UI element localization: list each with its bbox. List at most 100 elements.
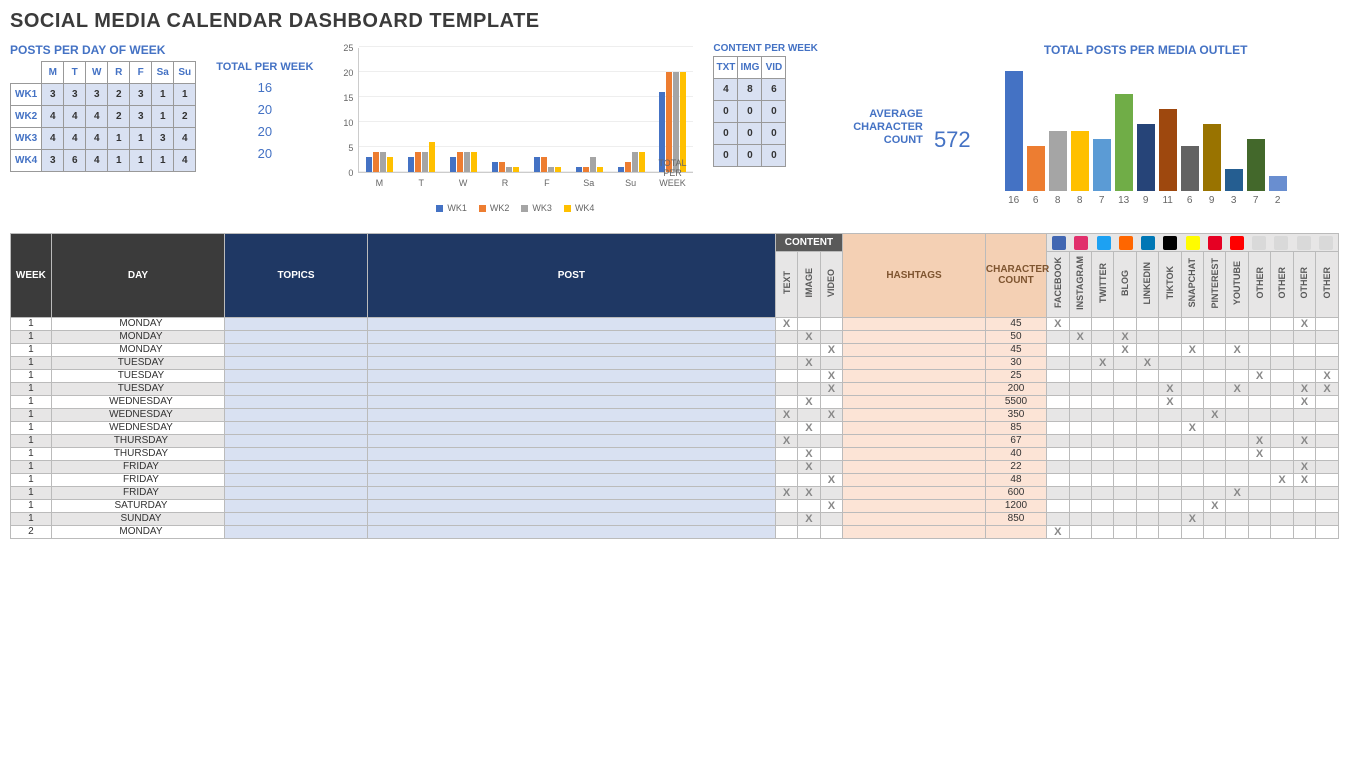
media-cell[interactable]: [1204, 460, 1226, 473]
text-cell[interactable]: [775, 356, 797, 369]
ppd-cell[interactable]: 1: [108, 128, 130, 150]
media-cell[interactable]: X: [1316, 369, 1339, 382]
week-cell[interactable]: 1: [11, 512, 52, 525]
media-cell[interactable]: X: [1248, 434, 1270, 447]
ppd-cell[interactable]: 3: [64, 84, 86, 106]
post-cell[interactable]: [367, 486, 775, 499]
media-cell[interactable]: [1047, 343, 1069, 356]
media-cell[interactable]: [1181, 460, 1203, 473]
topics-cell[interactable]: [225, 369, 368, 382]
day-cell[interactable]: MONDAY: [51, 525, 224, 538]
text-cell[interactable]: [775, 512, 797, 525]
media-cell[interactable]: [1316, 512, 1339, 525]
media-cell[interactable]: [1226, 499, 1248, 512]
table-row[interactable]: 1FRIDAYXX600X: [11, 486, 1339, 499]
table-row[interactable]: 1SUNDAYX850X: [11, 512, 1339, 525]
media-cell[interactable]: [1091, 369, 1113, 382]
media-cell[interactable]: [1114, 473, 1136, 486]
cpw-cell[interactable]: 4: [714, 79, 738, 101]
media-cell[interactable]: [1069, 460, 1091, 473]
media-cell[interactable]: [1047, 382, 1069, 395]
day-cell[interactable]: TUESDAY: [51, 356, 224, 369]
media-cell[interactable]: [1091, 343, 1113, 356]
media-cell[interactable]: [1271, 525, 1293, 538]
media-cell[interactable]: [1159, 421, 1181, 434]
week-cell[interactable]: 1: [11, 382, 52, 395]
topics-cell[interactable]: [225, 434, 368, 447]
post-cell[interactable]: [367, 512, 775, 525]
ppd-cell[interactable]: 1: [108, 150, 130, 172]
topics-cell[interactable]: [225, 421, 368, 434]
post-cell[interactable]: [367, 343, 775, 356]
video-cell[interactable]: [820, 421, 842, 434]
text-cell[interactable]: [775, 447, 797, 460]
media-cell[interactable]: [1204, 356, 1226, 369]
media-cell[interactable]: X: [1181, 343, 1203, 356]
charcount-cell[interactable]: 67: [985, 434, 1046, 447]
text-cell[interactable]: X: [775, 317, 797, 330]
media-cell[interactable]: [1271, 447, 1293, 460]
media-cell[interactable]: [1047, 356, 1069, 369]
ppd-cell[interactable]: 3: [42, 84, 64, 106]
post-cell[interactable]: [367, 382, 775, 395]
media-cell[interactable]: [1181, 473, 1203, 486]
ppd-cell[interactable]: 3: [152, 128, 174, 150]
charcount-cell[interactable]: 40: [985, 447, 1046, 460]
media-cell[interactable]: X: [1293, 317, 1315, 330]
media-cell[interactable]: [1069, 343, 1091, 356]
text-cell[interactable]: [775, 343, 797, 356]
day-cell[interactable]: FRIDAY: [51, 460, 224, 473]
charcount-cell[interactable]: 1200: [985, 499, 1046, 512]
media-cell[interactable]: X: [1293, 382, 1315, 395]
media-cell[interactable]: [1248, 330, 1270, 343]
media-cell[interactable]: [1316, 421, 1339, 434]
media-cell[interactable]: X: [1114, 330, 1136, 343]
text-cell[interactable]: [775, 460, 797, 473]
media-cell[interactable]: [1226, 330, 1248, 343]
media-cell[interactable]: [1248, 473, 1270, 486]
video-cell[interactable]: [820, 434, 842, 447]
media-cell[interactable]: [1293, 421, 1315, 434]
media-cell[interactable]: [1181, 382, 1203, 395]
ppd-cell[interactable]: 2: [174, 106, 196, 128]
media-cell[interactable]: [1159, 317, 1181, 330]
media-cell[interactable]: [1114, 447, 1136, 460]
media-cell[interactable]: [1226, 421, 1248, 434]
media-cell[interactable]: [1047, 369, 1069, 382]
media-cell[interactable]: [1271, 486, 1293, 499]
ppd-cell[interactable]: 6: [64, 150, 86, 172]
charcount-cell[interactable]: 30: [985, 356, 1046, 369]
day-cell[interactable]: SUNDAY: [51, 512, 224, 525]
media-cell[interactable]: [1181, 395, 1203, 408]
media-cell[interactable]: [1091, 421, 1113, 434]
text-cell[interactable]: [775, 395, 797, 408]
media-cell[interactable]: [1316, 356, 1339, 369]
media-cell[interactable]: [1204, 512, 1226, 525]
week-cell[interactable]: 2: [11, 525, 52, 538]
media-cell[interactable]: [1271, 343, 1293, 356]
table-row[interactable]: 2MONDAYX: [11, 525, 1339, 538]
hashtags-cell[interactable]: [843, 343, 986, 356]
image-cell[interactable]: X: [798, 395, 820, 408]
table-row[interactable]: 1THURSDAYX40X: [11, 447, 1339, 460]
media-cell[interactable]: [1069, 434, 1091, 447]
media-cell[interactable]: [1204, 382, 1226, 395]
media-cell[interactable]: [1316, 395, 1339, 408]
image-cell[interactable]: X: [798, 421, 820, 434]
media-cell[interactable]: [1047, 460, 1069, 473]
charcount-cell[interactable]: 50: [985, 330, 1046, 343]
hashtags-cell[interactable]: [843, 525, 986, 538]
media-cell[interactable]: [1136, 460, 1158, 473]
media-cell[interactable]: [1069, 382, 1091, 395]
cpw-cell[interactable]: 8: [738, 79, 762, 101]
video-cell[interactable]: [820, 447, 842, 460]
media-cell[interactable]: [1316, 447, 1339, 460]
media-cell[interactable]: [1204, 486, 1226, 499]
media-cell[interactable]: [1248, 343, 1270, 356]
media-cell[interactable]: [1047, 434, 1069, 447]
video-cell[interactable]: X: [820, 369, 842, 382]
image-cell[interactable]: X: [798, 460, 820, 473]
week-cell[interactable]: 1: [11, 499, 52, 512]
media-cell[interactable]: [1047, 421, 1069, 434]
media-cell[interactable]: [1091, 512, 1113, 525]
